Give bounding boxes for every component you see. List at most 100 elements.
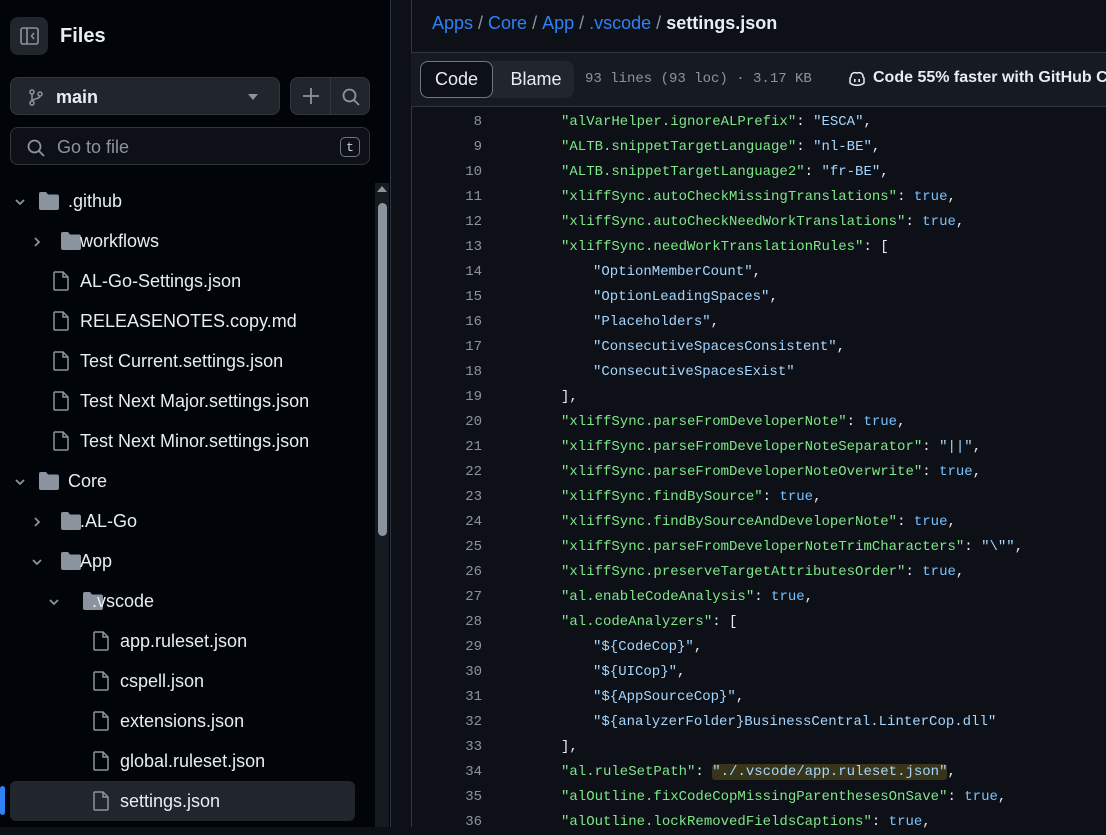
divider [330,78,331,114]
json-string: "Placeholders" [593,314,711,330]
file-toolbar: Code Blame 93 lines (93 loc) · 3.17 KB C… [411,52,1106,107]
tree-item-label: app.ruleset.json [120,631,248,651]
tree-file[interactable]: Test Next Minor.settings.json [0,421,370,461]
scroll-up-arrow-icon[interactable] [377,186,387,192]
json-key: "xliffSync.findBySource" [561,489,763,505]
go-to-file-input[interactable] [55,133,329,161]
folder-icon [38,471,60,496]
tree-file[interactable]: AL-Go-Settings.json [0,261,370,301]
line-number[interactable]: 15 [411,289,482,305]
tree-folder[interactable]: .vscode [0,581,370,621]
tree-file[interactable]: settings.json [10,781,355,821]
tree-file[interactable]: global.ruleset.json [0,741,370,781]
line-number[interactable]: 22 [411,464,482,480]
line-number[interactable]: 27 [411,589,482,605]
code-line: 19], [411,385,1106,410]
json-punctuation: , [997,789,1007,805]
collapse-sidebar-button[interactable] [10,17,48,55]
line-number[interactable]: 13 [411,239,482,255]
line-number[interactable]: 21 [411,439,482,455]
code-content: "xliffSync.preserveTargetAttributesOrder… [561,564,964,580]
go-to-file-field[interactable]: t [10,127,370,165]
line-number[interactable]: 18 [411,364,482,380]
chevron-down-icon[interactable] [31,555,43,573]
branch-selector[interactable]: main [10,77,280,115]
line-number[interactable]: 10 [411,164,482,180]
line-number[interactable]: 26 [411,564,482,580]
json-key: "xliffSync.needWorkTranslationRules" [561,239,864,255]
line-number[interactable]: 36 [411,814,482,830]
chevron-right-icon[interactable] [31,235,43,253]
blame-tab[interactable]: Blame [498,61,574,98]
line-number[interactable]: 16 [411,314,482,330]
tree-file[interactable]: cspell.json [0,661,370,701]
file-tree-sidebar: Files main t .github workflows AL-Go-Setti… [0,0,390,827]
line-number[interactable]: 35 [411,789,482,805]
tree-item-label: .AL-Go [80,511,138,531]
code-content: "al.codeAnalyzers": [ [561,614,737,630]
folder-icon [38,191,60,216]
line-number[interactable]: 8 [411,114,482,130]
chevron-down-icon[interactable] [14,475,26,493]
copilot-promo-text: Code 55% faster with GitHub Copilot [873,69,1106,86]
line-number[interactable]: 20 [411,414,482,430]
line-number[interactable]: 11 [411,189,482,205]
line-number[interactable]: 24 [411,514,482,530]
file-icon [92,751,110,776]
folder-icon [60,551,82,576]
breadcrumb-link-core[interactable]: Core [488,13,527,33]
line-number[interactable]: 9 [411,139,482,155]
line-number[interactable]: 29 [411,639,482,655]
line-number[interactable]: 17 [411,339,482,355]
tree-item-label: Test Next Minor.settings.json [80,431,310,451]
chevron-down-icon[interactable] [14,195,26,213]
scrollbar-thumb[interactable] [378,203,387,536]
json-punctuation: , [955,214,965,230]
tree-folder[interactable]: workflows [0,221,370,261]
json-string: "${analyzerFolder}BusinessCentral.Linter… [593,714,997,730]
tree-folder[interactable]: .github [0,181,370,221]
breadcrumb-link-app[interactable]: App [542,13,574,33]
file-icon [92,791,110,816]
file-icon [52,431,70,456]
tree-file[interactable]: Test Next Major.settings.json [0,381,370,421]
line-number[interactable]: 28 [411,614,482,630]
line-number[interactable]: 14 [411,264,482,280]
tree-folder[interactable]: .AL-Go [0,501,370,541]
json-punctuation: , [955,564,965,580]
folder-icon [60,511,82,536]
line-number[interactable]: 23 [411,489,482,505]
json-punctuation: , [1014,539,1024,555]
file-icon [92,631,110,656]
line-number[interactable]: 31 [411,689,482,705]
file-icon [52,351,70,376]
code-content: "alOutline.fixCodeCopMissingParenthesesO… [561,789,1006,805]
breadcrumb-link-vscode[interactable]: .vscode [589,13,651,33]
tree-folder[interactable]: App [0,541,370,581]
tree-folder[interactable]: Core [0,461,370,501]
code-content: "${analyzerFolder}BusinessCentral.Linter… [593,714,996,730]
breadcrumb-link-apps[interactable]: Apps [432,13,473,33]
tree-file[interactable]: RELEASENOTES.copy.md [0,301,370,341]
line-number[interactable]: 25 [411,539,482,555]
chevron-right-icon[interactable] [31,515,43,533]
line-number[interactable]: 34 [411,764,482,780]
code-content: "${AppSourceCop}", [593,689,744,705]
line-number[interactable]: 30 [411,664,482,680]
code-line: 21 "xliffSync.parseFromDeveloperNoteSepar… [411,435,1106,460]
json-punctuation: : [897,189,914,205]
tree-file[interactable]: Test Current.settings.json [0,341,370,381]
search-code-button[interactable] [341,87,361,107]
file-icon [92,711,110,736]
line-number[interactable]: 32 [411,714,482,730]
tree-file[interactable]: app.ruleset.json [0,621,370,661]
chevron-down-icon[interactable] [48,595,60,613]
selected-indicator [0,786,5,815]
line-number[interactable]: 12 [411,214,482,230]
line-number[interactable]: 19 [411,389,482,405]
line-number[interactable]: 33 [411,739,482,755]
add-file-button[interactable] [301,86,321,106]
tree-file[interactable]: extensions.json [0,701,370,741]
code-tab[interactable]: Code [420,61,493,98]
code-content: "xliffSync.autoCheckNeedWorkTranslations… [561,214,964,230]
